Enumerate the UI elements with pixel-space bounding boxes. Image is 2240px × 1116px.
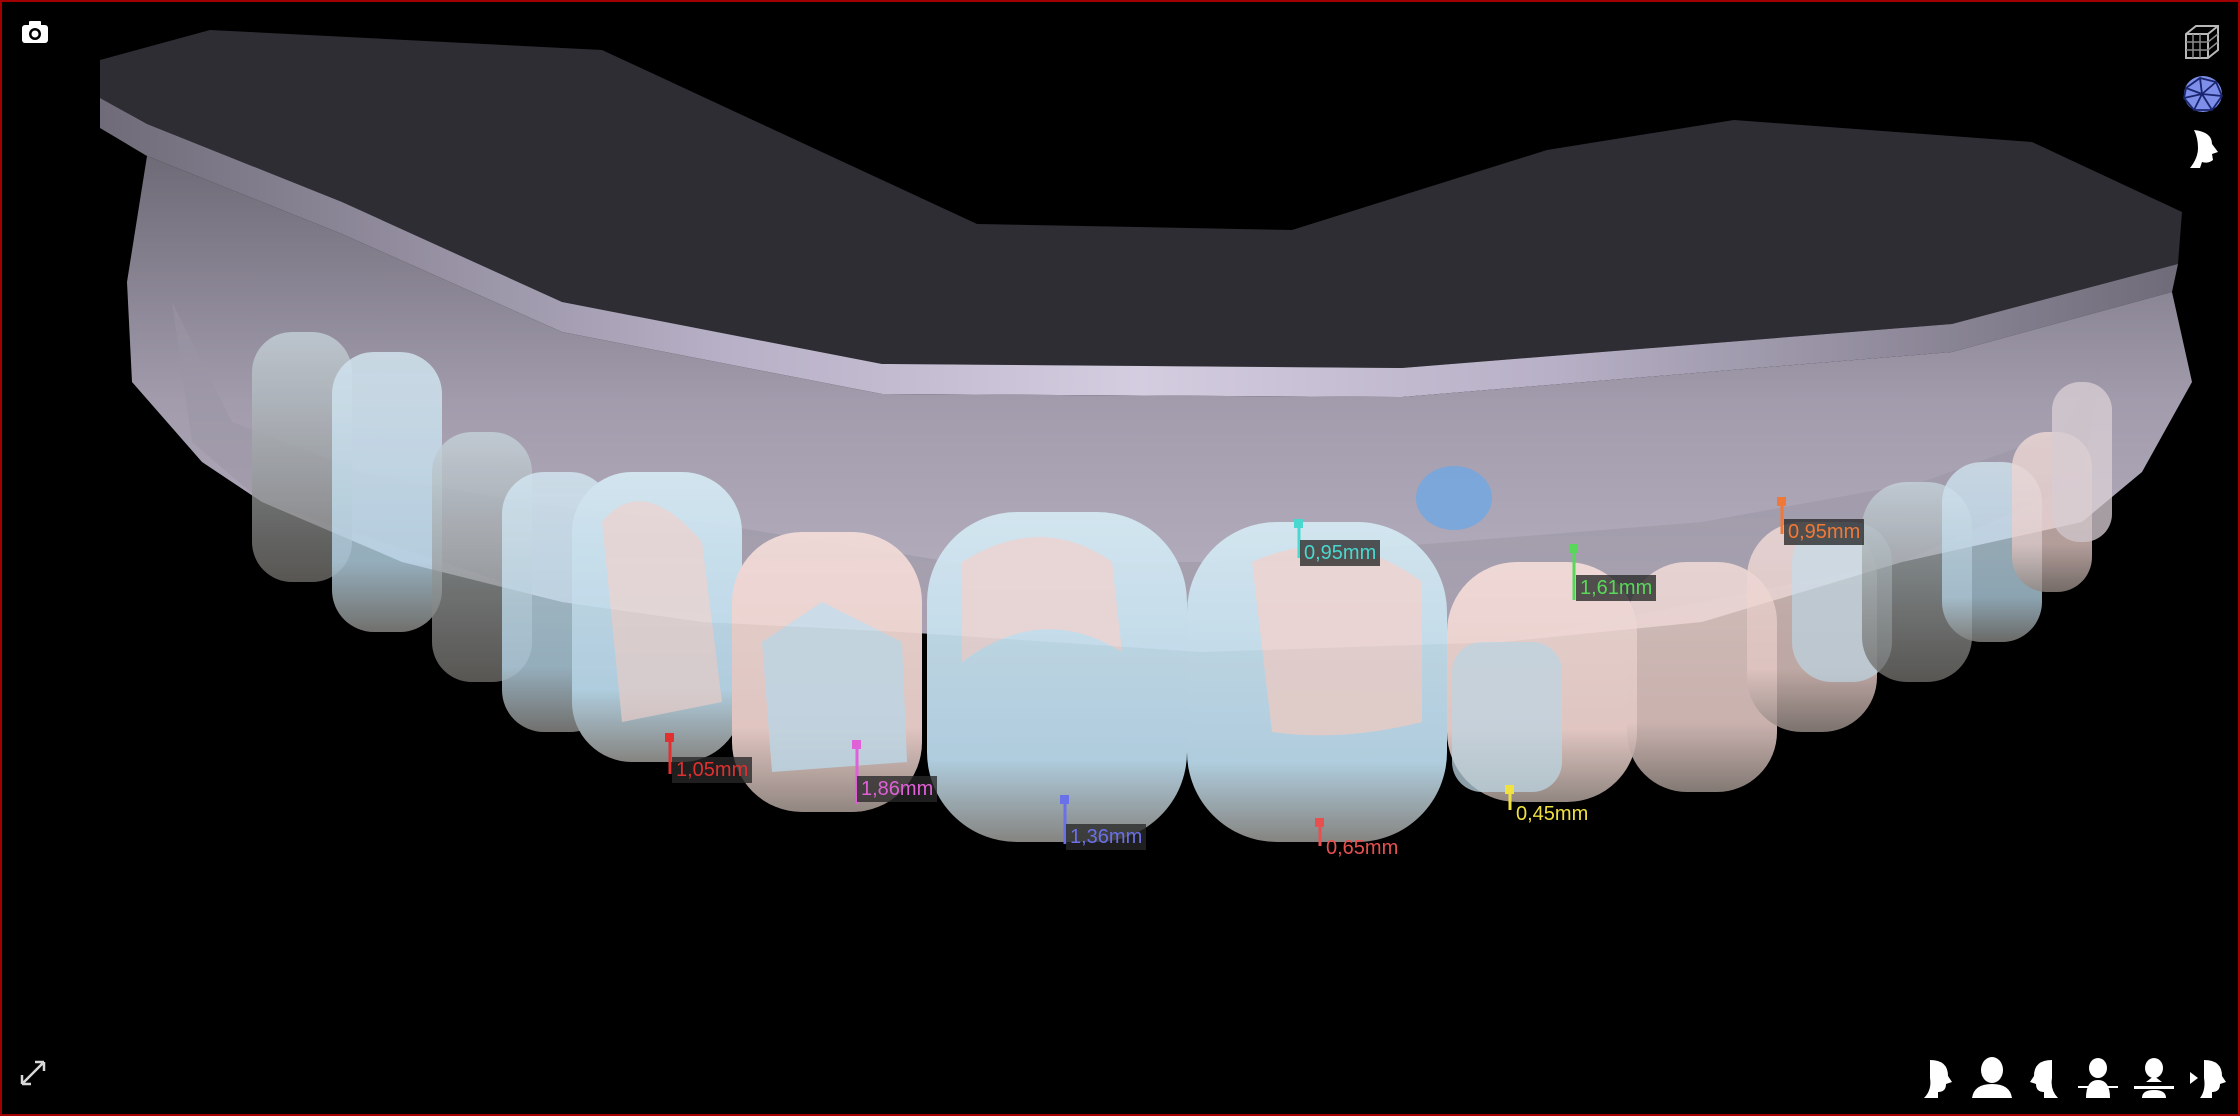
measurement-label[interactable]: 0,95mm: [1300, 540, 1381, 566]
camera-icon: [22, 21, 48, 43]
mesh-sphere-icon: [2183, 76, 2224, 112]
view-bottom-icon: [2134, 1058, 2174, 1098]
view-left-icon: [2030, 1060, 2058, 1098]
view-front-icon: [1972, 1057, 2012, 1098]
dental-model-scene[interactable]: [2, 2, 2238, 1114]
profile-button[interactable]: [2186, 128, 2222, 170]
grid-cube-icon: [2185, 25, 2219, 59]
profile-face-icon: [2190, 130, 2218, 168]
view-bottom-button[interactable]: [2132, 1056, 2176, 1100]
measurement-label[interactable]: 1,86mm: [857, 776, 938, 802]
mesh-view-button[interactable]: [2182, 74, 2224, 114]
view-left-button[interactable]: [2026, 1058, 2062, 1100]
camera-button[interactable]: [20, 18, 50, 46]
measurement-label[interactable]: 0,95mm: [1784, 519, 1865, 545]
measurement-label[interactable]: 1,36mm: [1066, 824, 1147, 850]
view-right-button[interactable]: [1920, 1058, 1956, 1100]
measurement-label[interactable]: 1,05mm: [672, 757, 753, 783]
3d-viewport[interactable]: 1,05mm 1,86mm 1,36mm 0,95mm 0,65mm 0,45m…: [0, 0, 2240, 1116]
view-right-icon: [1924, 1060, 1952, 1098]
view-back-button[interactable]: [2188, 1058, 2228, 1100]
grid-toggle-button[interactable]: [2182, 22, 2222, 60]
measurement-label[interactable]: 1,61mm: [1576, 575, 1657, 601]
fullscreen-button[interactable]: [18, 1058, 48, 1088]
measurement-label[interactable]: 0,65mm: [1322, 835, 1402, 861]
view-top-icon: [2078, 1058, 2118, 1098]
view-front-button[interactable]: [1970, 1056, 2014, 1100]
view-top-button[interactable]: [2076, 1056, 2120, 1100]
expand-icon: [20, 1060, 46, 1086]
measurement-label[interactable]: 0,45mm: [1512, 801, 1592, 827]
view-back-icon: [2190, 1060, 2226, 1098]
